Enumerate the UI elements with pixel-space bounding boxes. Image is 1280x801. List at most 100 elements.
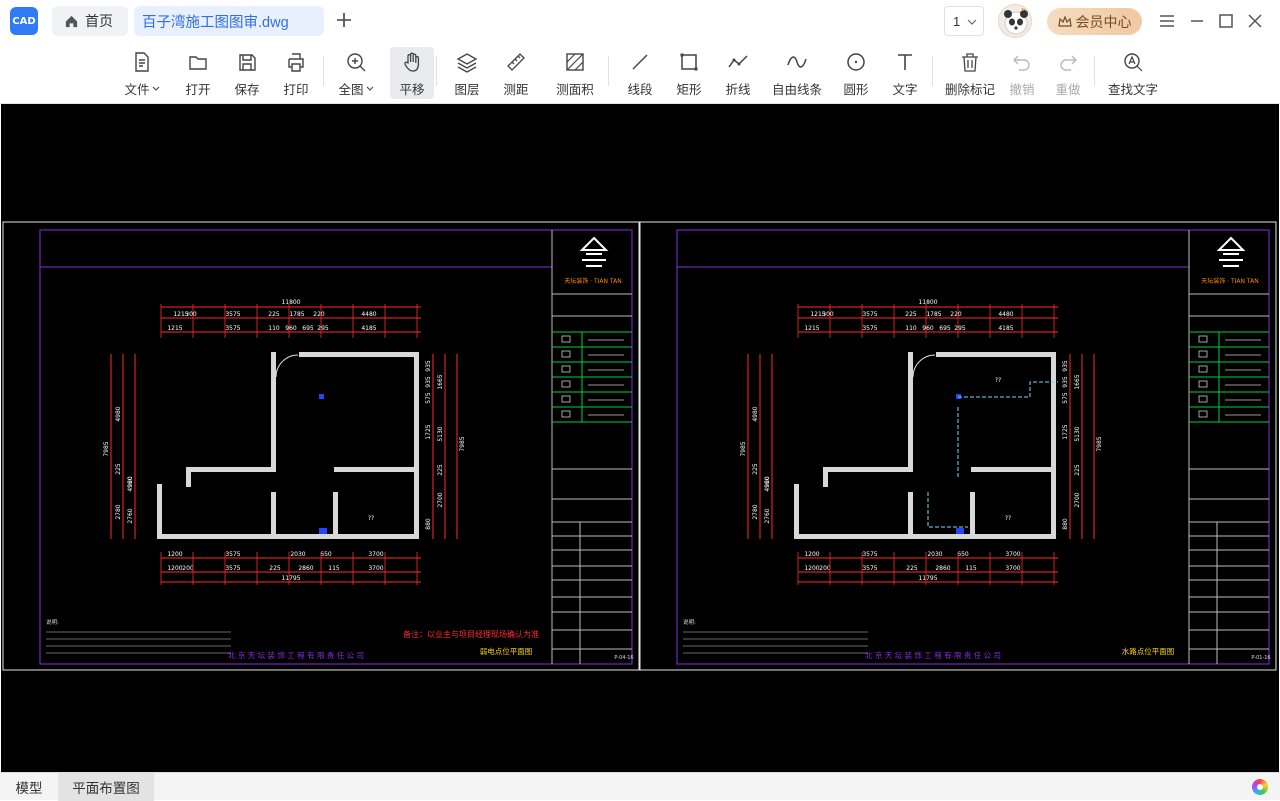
tool-label: 图层 [454, 83, 480, 97]
sheet-title: 弱电点位平面图 [480, 646, 533, 656]
toolbar-separator [323, 56, 324, 86]
minimize-icon[interactable] [1187, 11, 1207, 31]
legend-symbol [1198, 380, 1208, 388]
page-select-value: 1 [953, 13, 961, 29]
tool-delete-marks-button[interactable]: 删除标记 [941, 47, 999, 99]
dim-text: 695 [939, 325, 951, 332]
wall [823, 467, 828, 487]
tab-layout[interactable]: 平面布置图 [58, 773, 154, 801]
page-select[interactable]: 1 [944, 6, 984, 36]
tool-redo-button: 重做 [1047, 47, 1089, 99]
chevron-down-icon [152, 86, 159, 91]
tool-label: 打开 [185, 83, 211, 97]
tool-line-button[interactable]: 线段 [619, 47, 661, 99]
wall [271, 492, 276, 537]
dim-text: 300 [822, 311, 834, 318]
tool-polyline-button[interactable]: 折线 [717, 47, 759, 99]
dim-text: 1200 [804, 565, 819, 572]
folder-icon [189, 56, 207, 70]
tool-label: 矩形 [676, 83, 702, 97]
dim-text: 3700 [368, 565, 383, 572]
dim-text: 11800 [918, 299, 937, 306]
tool-label: 自由线条 [771, 83, 822, 97]
tool-label: 打印 [283, 83, 309, 97]
tab-file[interactable]: 百子湾施工图图审.dwg [134, 6, 324, 36]
crown-icon [1057, 14, 1072, 27]
tool-label: 测面积 [556, 83, 594, 97]
fixture-label: ?? [368, 515, 374, 522]
dim-text: 1725 [425, 424, 432, 439]
tool-measure-area-button[interactable]: 测面积 [548, 47, 602, 99]
layers-icon [456, 53, 478, 73]
wall [157, 484, 162, 539]
cad-drawing[interactable]: 天坛装饰 · TIAN TANP-04-16??118001215300 3575… [1, 104, 1279, 772]
wall [936, 352, 1056, 357]
dim-text: 2700 [437, 492, 444, 507]
dim-text: 880 [1062, 518, 1069, 530]
color-wheel-icon[interactable] [1252, 779, 1268, 795]
maximize-icon[interactable] [1216, 11, 1236, 31]
find-text-icon [1124, 53, 1143, 72]
legend-symbol [561, 335, 571, 343]
tool-print-button[interactable]: 打印 [275, 47, 317, 99]
ruler-icon [507, 53, 525, 71]
tool-circle-button[interactable]: 圆形 [835, 47, 877, 99]
close-icon[interactable] [1245, 11, 1265, 31]
notes-title: 说明: [46, 618, 59, 626]
line-icon [632, 54, 648, 70]
toolbar-separator [932, 56, 933, 86]
legend-symbol [561, 395, 571, 403]
tool-save-button[interactable]: 保存 [226, 47, 268, 99]
wall [157, 534, 419, 539]
tool-find-text-button[interactable]: 查找文字 [1104, 47, 1162, 99]
dim-text: 1785 [289, 311, 304, 318]
dim-text: 225 [906, 565, 918, 572]
tool-text-button[interactable]: 文字 [884, 47, 926, 99]
dim-text: 2030 [927, 551, 942, 558]
tool-label: 撤销 [1009, 83, 1035, 97]
dim-text: 11795 [281, 575, 300, 582]
dim-text: 5130 [1074, 426, 1081, 441]
rect-icon [680, 53, 698, 71]
dim-text: 920 [127, 476, 134, 488]
sheet-title: 水路点位平面图 [1122, 646, 1175, 656]
tool-label: 文件 [124, 83, 150, 97]
tool-label: 全图 [338, 83, 364, 97]
tool-freeline-button[interactable]: 自由线条 [766, 47, 828, 99]
menu-icon[interactable] [1157, 11, 1177, 31]
company-name: 北 京 天 坛 装 饰 工 程 有 限 责 任 公 司 [228, 650, 364, 660]
dim-text: 880 [425, 518, 432, 530]
toolbar-separator [1094, 56, 1095, 86]
legend-symbol [1198, 410, 1208, 418]
tool-rect-button[interactable]: 矩形 [668, 47, 710, 99]
tab-model[interactable]: 模型 [6, 773, 52, 801]
dim-text: 2760 [764, 508, 771, 523]
polyline-icon [728, 55, 748, 68]
door-arc [912, 354, 936, 378]
area-icon [566, 53, 584, 71]
tab-home[interactable]: 首页 [52, 6, 128, 36]
dim-text: 225 [905, 311, 917, 318]
legend-symbol [1198, 335, 1208, 343]
vip-center-button[interactable]: 会员中心 [1047, 8, 1142, 35]
new-tab-plus-icon[interactable] [334, 10, 354, 30]
app-logo: CAD [10, 7, 38, 35]
dim-text: 1725 [1062, 424, 1069, 439]
dim-text: 3700 [1005, 551, 1020, 558]
tool-open-button[interactable]: 打开 [177, 47, 219, 99]
tool-layers-button[interactable]: 图层 [446, 47, 488, 99]
drawing-canvas[interactable]: 天坛装饰 · TIAN TAN P-04-16?? 11800 1215 300 3575… [1, 104, 1279, 772]
dim-text: 115 [965, 565, 977, 572]
user-avatar[interactable] [998, 4, 1032, 38]
tool-label: 线段 [627, 83, 653, 97]
tool-label: 查找文字 [1107, 83, 1158, 97]
outlet-marker [956, 528, 964, 534]
tool-file-button[interactable]: 文件 [120, 47, 164, 99]
tool-label: 圆形 [843, 83, 869, 97]
toolbar-separator [436, 56, 437, 86]
tool-measure-dist-button[interactable]: 测距 [495, 47, 537, 99]
tool-pan-button[interactable]: 平移 [390, 47, 434, 99]
brand-text: 天坛装饰 · TIAN TAN [564, 277, 621, 285]
tool-fullview-button[interactable]: 全图 [333, 47, 379, 99]
wall [271, 352, 276, 472]
